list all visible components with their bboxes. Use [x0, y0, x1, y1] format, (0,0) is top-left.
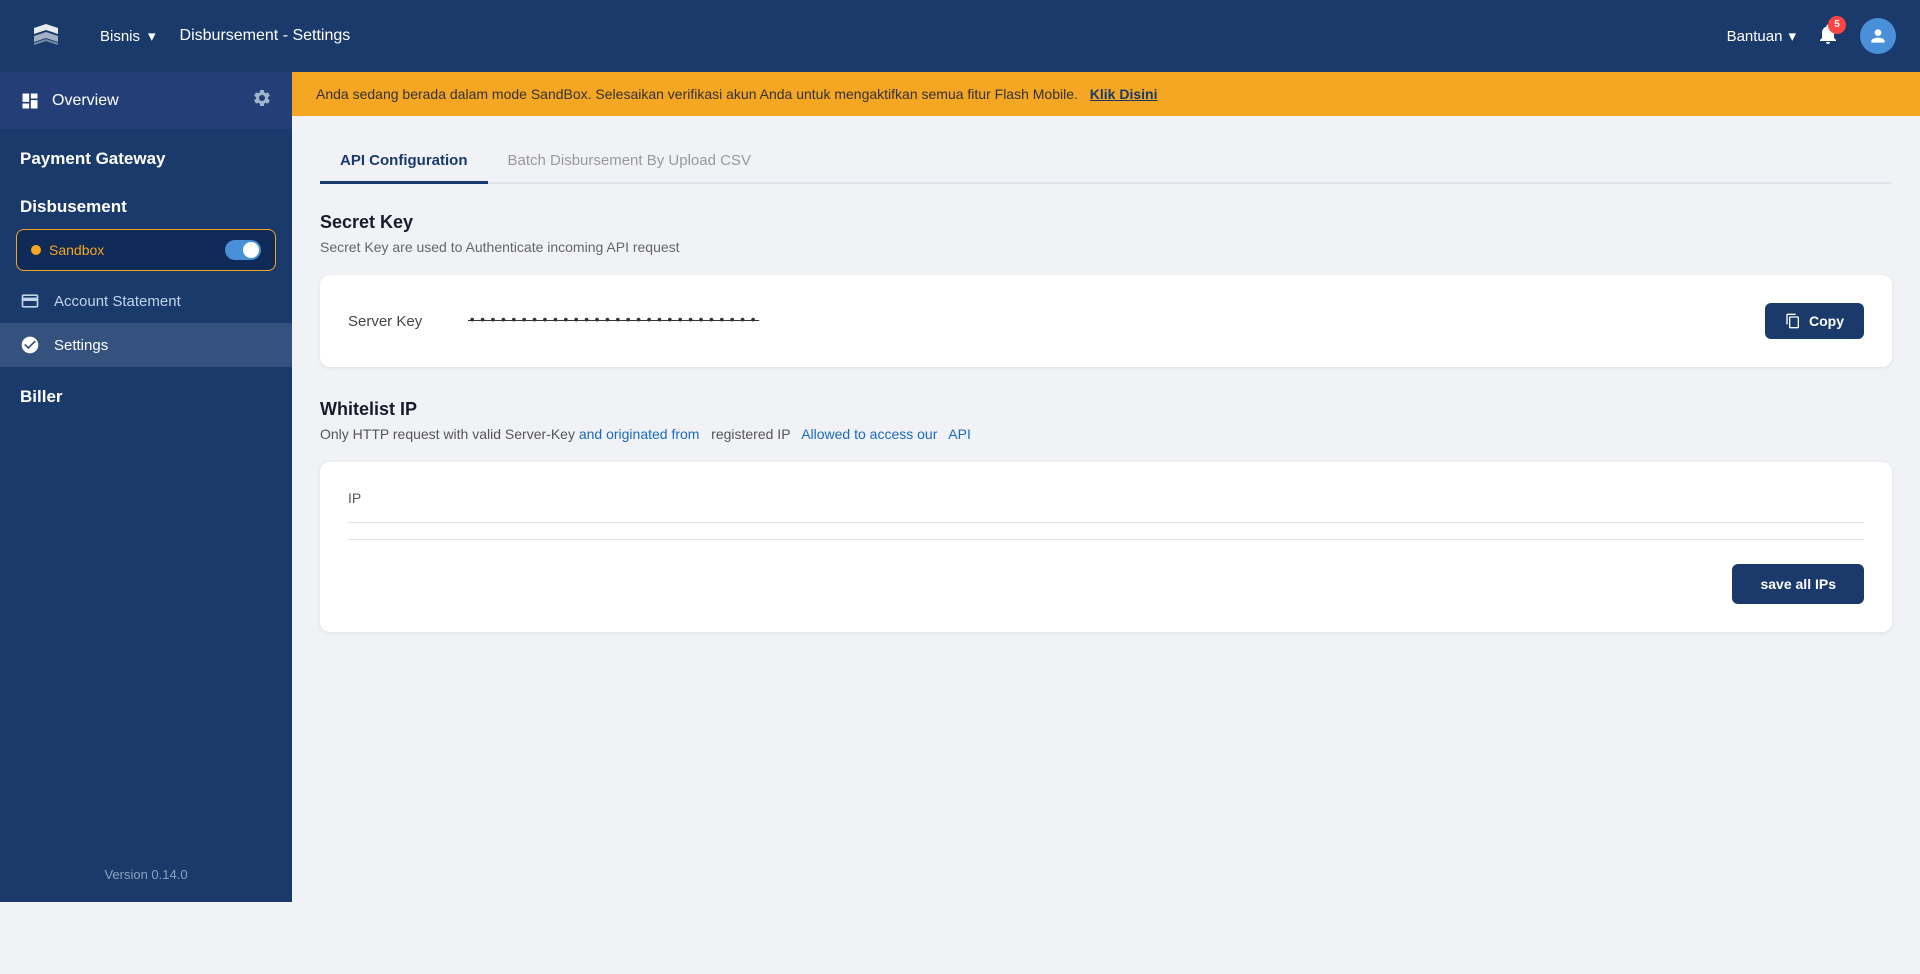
sandbox-label-row: Sandbox: [31, 242, 104, 258]
header-right: Bantuan ▾ 5: [1727, 18, 1896, 54]
sandbox-banner: Anda sedang berada dalam mode SandBox. S…: [292, 72, 1920, 116]
klik-disini-link[interactable]: Klik Disini: [1090, 86, 1158, 102]
whitelist-ip-description: Only HTTP request with valid Server-Key …: [320, 426, 1892, 442]
sandbox-switch[interactable]: [225, 240, 261, 260]
overview-label: Overview: [52, 92, 119, 110]
bisnis-chevron: ▾: [148, 27, 156, 45]
secret-key-description: Secret Key are used to Authenticate inco…: [320, 239, 1892, 255]
overview-left: Overview: [20, 91, 119, 111]
whitelist-desc-blue1: and originated from: [579, 426, 700, 442]
version-label: Version 0.14.0: [0, 847, 292, 902]
whitelist-desc-blue3: API: [948, 426, 971, 442]
sidebar-overview-item[interactable]: Overview: [0, 72, 292, 129]
bisnis-label: Bisnis: [100, 28, 140, 45]
tabs-bar: API Configuration Batch Disbursement By …: [320, 140, 1892, 184]
whitelist-ip-title: Whitelist IP: [320, 399, 1892, 420]
sidebar: Overview Payment Gateway Disbusement San…: [0, 72, 292, 902]
sidebar-item-account-statement[interactable]: Account Statement: [0, 279, 292, 323]
sandbox-dot: [31, 245, 41, 255]
tab-batch-disbursement[interactable]: Batch Disbursement By Upload CSV: [488, 140, 771, 184]
ip-divider-2: [348, 539, 1864, 540]
sandbox-toggle[interactable]: Sandbox: [16, 229, 276, 271]
bantuan-chevron: ▾: [1788, 27, 1796, 45]
whitelist-desc-plain2: registered IP: [711, 426, 790, 442]
copy-icon: [1785, 313, 1801, 329]
copy-button[interactable]: Copy: [1765, 303, 1864, 339]
overview-icon: [20, 91, 40, 111]
banner-text: Anda sedang berada dalam mode SandBox. S…: [316, 86, 1078, 102]
user-icon: [1868, 26, 1888, 46]
ip-card: IP save all IPs: [320, 462, 1892, 632]
save-ips-button[interactable]: save all IPs: [1732, 564, 1864, 604]
page-title: Disbursement - Settings: [180, 27, 351, 45]
copy-button-label: Copy: [1809, 313, 1844, 329]
content-area: API Configuration Batch Disbursement By …: [292, 116, 1920, 902]
bantuan-label: Bantuan: [1727, 28, 1783, 45]
server-key-row: Server Key •••••••••••••••••••••••••••• …: [348, 303, 1864, 339]
ip-label: IP: [348, 490, 1864, 506]
server-key-value: ••••••••••••••••••••••••••••: [468, 313, 1745, 329]
whitelist-desc-blue2: Allowed to access our: [801, 426, 937, 442]
biller-title: Biller: [0, 367, 292, 415]
settings-label: Settings: [54, 337, 108, 354]
account-statement-icon: [20, 291, 40, 311]
settings-icon: [20, 335, 40, 355]
server-key-card: Server Key •••••••••••••••••••••••••••• …: [320, 275, 1892, 367]
notification-badge: 5: [1828, 16, 1846, 34]
whitelist-desc-plain1: Only HTTP request with valid Server-Key: [320, 426, 575, 442]
top-header: Bisnis ▾ Disbursement - Settings Bantuan…: [0, 0, 1920, 72]
sandbox-text: Sandbox: [49, 242, 104, 258]
payment-gateway-title: Payment Gateway: [0, 129, 292, 177]
notification-button[interactable]: 5: [1816, 22, 1840, 51]
save-ips-label: save all IPs: [1760, 576, 1836, 592]
bantuan-menu[interactable]: Bantuan ▾: [1727, 27, 1796, 45]
avatar-button[interactable]: [1860, 18, 1896, 54]
ip-divider-1: [348, 522, 1864, 523]
secret-key-title: Secret Key: [320, 212, 1892, 233]
header-center: Disbursement - Settings: [156, 27, 1727, 45]
gear-icon[interactable]: [252, 88, 272, 113]
logo-area: [24, 14, 68, 58]
ip-input-row: save all IPs: [348, 564, 1864, 604]
disbursement-title: Disbusement: [0, 177, 292, 225]
server-key-label: Server Key: [348, 313, 448, 330]
main-content: Anda sedang berada dalam mode SandBox. S…: [292, 72, 1920, 902]
sidebar-item-settings[interactable]: Settings: [0, 323, 292, 367]
tab-api-configuration[interactable]: API Configuration: [320, 140, 488, 184]
account-statement-label: Account Statement: [54, 293, 181, 310]
logo-icon: [24, 14, 68, 58]
bisnis-menu[interactable]: Bisnis ▾: [100, 27, 156, 45]
